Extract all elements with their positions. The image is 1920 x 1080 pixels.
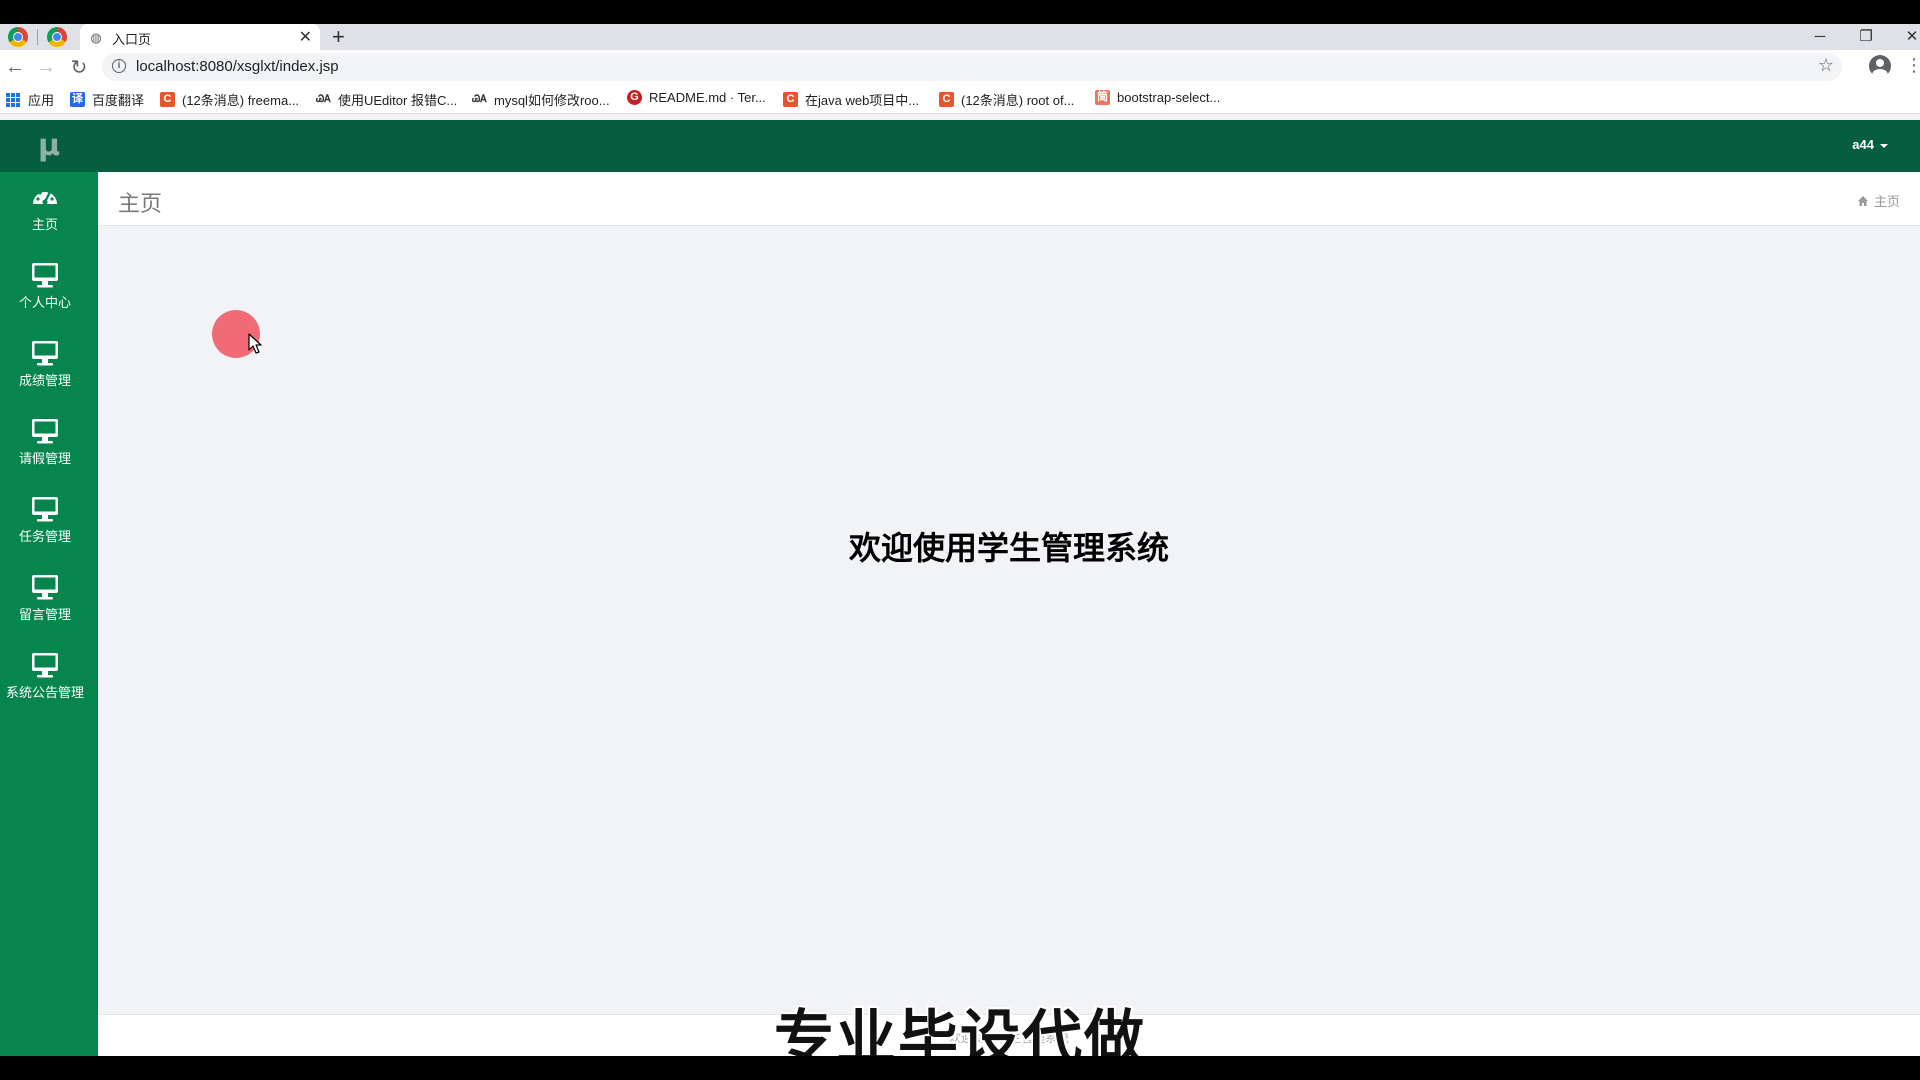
minimize-icon[interactable]: ─ — [1800, 24, 1840, 50]
sidebar-item-messages[interactable]: 留言管理 — [0, 568, 90, 642]
bookmark-item[interactable]: C (12条消息) freema... — [160, 90, 299, 109]
tab-close-icon[interactable]: ✕ — [299, 27, 312, 47]
sidebar-item-label: 任务管理 — [18, 529, 71, 544]
globe-icon: ◍ — [90, 29, 102, 45]
bookmark-label: README.md · Ter... — [649, 90, 766, 105]
dashboard-icon — [33, 188, 57, 205]
bookmark-item[interactable]: 译 百度翻译 — [70, 90, 144, 109]
tab-title: 入口页 — [112, 32, 152, 47]
bookmark-item[interactable]: ᏊᎪ 使用UEditor 报错C... — [316, 90, 457, 109]
bookmark-label: 在java web项目中... — [805, 93, 920, 108]
page-title: 主页 — [118, 191, 163, 216]
site-info-icon[interactable]: i — [112, 59, 126, 73]
apps-grid-icon — [6, 92, 20, 107]
csdn-icon: C — [783, 92, 798, 107]
watermark-caption: 专业毕设代做 — [774, 1005, 1146, 1056]
monitor-icon — [32, 497, 58, 522]
tab-strip: ◍ 入口页 ✕ + ─ ❐ ✕ — [0, 24, 1920, 50]
monitor-icon — [32, 653, 58, 678]
bookmark-label: (12条消息) freema... — [182, 93, 300, 108]
bookmark-item[interactable]: G README.md · Ter... — [627, 90, 766, 105]
bookmark-label: (12条消息) root of... — [961, 93, 1075, 108]
chrome-icon[interactable] — [47, 27, 67, 47]
tab-separator — [37, 29, 38, 45]
user-menu-dropdown[interactable]: a44 — [1852, 137, 1888, 152]
close-window-icon[interactable]: ✕ — [1892, 24, 1920, 50]
sidebar-item-label: 主页 — [31, 217, 58, 232]
bookmark-label: mysql如何修改roo... — [494, 93, 610, 108]
top-navbar: a44 — [98, 120, 1920, 172]
sidebar-item-grades[interactable]: 成绩管理 — [0, 334, 90, 408]
home-icon — [1857, 195, 1868, 206]
url-text[interactable]: localhost:8080/xsglxt/index.jsp — [136, 58, 339, 75]
csdn-icon: C — [160, 92, 175, 107]
breadcrumb-label: 主页 — [1873, 194, 1900, 209]
monitor-icon — [32, 263, 58, 288]
bookmark-label: 使用UEditor 报错C... — [338, 93, 458, 108]
bookmarks-bar: 应用 译 百度翻译 C (12条消息) freema... ᏊᎪ 使用UEdit… — [0, 84, 1920, 114]
bookmark-apps[interactable]: 应用 — [6, 90, 54, 109]
brand-logo[interactable]: μ — [0, 120, 98, 172]
gitee-icon: G — [627, 90, 642, 105]
sidebar-item-label: 成绩管理 — [18, 373, 71, 388]
address-bar[interactable]: i localhost:8080/xsglxt/index.jsp ☆ — [102, 53, 1842, 81]
browser-toolbar: ← → ↻ i localhost:8080/xsglxt/index.jsp … — [0, 50, 1920, 84]
username: a44 — [1852, 137, 1874, 152]
sidebar: μ 主页 个人中心 成绩管理 请假管理 任务管理 留言管理 系统公告管理 — [0, 120, 98, 1056]
sidebar-item-profile[interactable]: 个人中心 — [0, 256, 90, 330]
logo-icon: ᏊᎪ — [316, 94, 332, 105]
sidebar-item-label: 请假管理 — [18, 451, 71, 466]
bookmark-item[interactable]: C (12条消息) root of... — [939, 90, 1074, 109]
bookmark-item[interactable]: 简 bootstrap-select... — [1095, 90, 1220, 105]
profile-avatar-icon[interactable] — [1869, 55, 1891, 77]
reload-icon[interactable]: ↻ — [66, 54, 92, 80]
welcome-heading: 欢迎使用学生管理系统 — [848, 530, 1169, 566]
forward-icon[interactable]: → — [33, 54, 59, 80]
bookmark-item[interactable]: C 在java web项目中... — [783, 90, 919, 109]
csdn-icon: C — [939, 92, 954, 107]
sidebar-item-home[interactable]: 主页 — [0, 178, 90, 252]
chrome-icon[interactable] — [8, 27, 28, 47]
sidebar-item-label: 个人中心 — [18, 295, 71, 310]
plus-icon[interactable]: + — [332, 24, 345, 50]
jianshu-icon: 简 — [1095, 90, 1110, 105]
bookmark-label: bootstrap-select... — [1117, 90, 1221, 105]
content-header: 主页 主页 — [98, 172, 1920, 226]
tab-active[interactable]: ◍ 入口页 ✕ — [80, 24, 320, 50]
caret-down-icon — [1880, 143, 1888, 148]
sidebar-item-label: 系统公告管理 — [5, 685, 84, 700]
restore-icon[interactable]: ❐ — [1846, 24, 1886, 50]
baidu-translate-icon: 译 — [70, 92, 85, 107]
browser-window: ◍ 入口页 ✕ + ─ ❐ ✕ ← → ↻ i localhost:8080/x… — [0, 24, 1920, 1056]
bookmark-label: 百度翻译 — [92, 93, 145, 108]
mouse-pointer-icon — [248, 333, 262, 354]
bookmark-label: 应用 — [28, 93, 55, 108]
monitor-icon — [32, 341, 58, 366]
logo-icon: ᏊᎪ — [472, 94, 488, 105]
main-content: 欢迎使用学生管理系统 — [98, 226, 1920, 1014]
monitor-icon — [32, 419, 58, 444]
more-menu-icon[interactable]: ⋮ — [1905, 55, 1920, 76]
bookmark-item[interactable]: ᏊᎪ mysql如何修改roo... — [472, 90, 610, 109]
sidebar-item-leave[interactable]: 请假管理 — [0, 412, 90, 486]
sidebar-item-label: 留言管理 — [18, 607, 71, 622]
back-icon[interactable]: ← — [2, 54, 28, 80]
bookmark-star-icon[interactable]: ☆ — [1818, 55, 1834, 76]
sidebar-item-announcements[interactable]: 系统公告管理 — [0, 646, 90, 720]
sidebar-item-tasks[interactable]: 任务管理 — [0, 490, 90, 564]
monitor-icon — [32, 575, 58, 600]
breadcrumb[interactable]: 主页 — [1857, 191, 1900, 210]
